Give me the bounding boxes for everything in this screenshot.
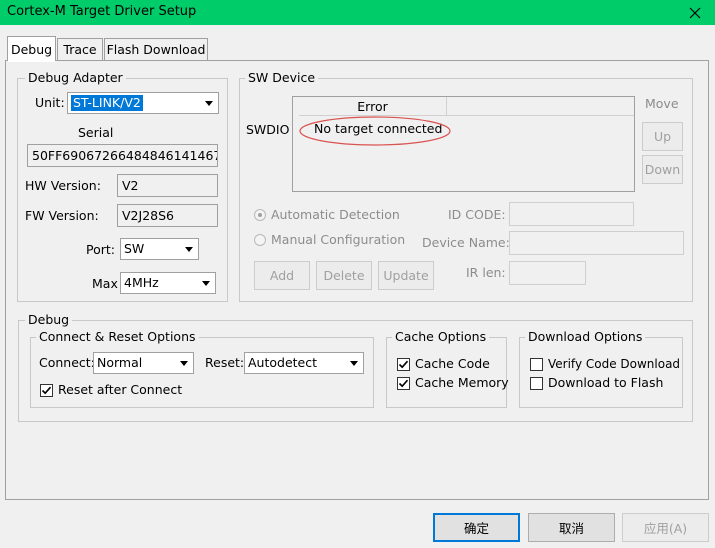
update-button-label: Update: [383, 268, 429, 283]
connect-label: Connect:: [39, 355, 95, 370]
cache-code-checkbox[interactable]: [397, 358, 410, 371]
cache-memory-label: Cache Memory: [415, 375, 509, 390]
ok-button[interactable]: 确定: [433, 513, 520, 542]
swdio-label: SWDIO: [246, 122, 290, 137]
chevron-down-icon: [176, 354, 192, 372]
ok-button-label: 确定: [463, 521, 489, 536]
fw-version-field: V2J28S6: [117, 204, 218, 227]
hw-version-field: V2: [117, 174, 218, 197]
ir-len-label: IR len:: [466, 265, 506, 280]
manual-configuration-label: Manual Configuration: [271, 232, 406, 247]
active-tab-joint: [8, 59, 55, 62]
ir-len-field[interactable]: [509, 261, 586, 285]
download-to-flash-label: Download to Flash: [548, 375, 664, 390]
automatic-detection-radio[interactable]: [254, 209, 266, 221]
download-to-flash-checkbox[interactable]: [530, 377, 543, 390]
connect-select[interactable]: Normal: [93, 352, 194, 374]
add-button-label: Add: [269, 268, 295, 283]
port-label: Port:: [86, 242, 115, 257]
port-select[interactable]: SW: [120, 238, 199, 260]
manual-configuration-radio[interactable]: [254, 234, 266, 246]
checkmark-icon: [398, 379, 409, 388]
reset-select[interactable]: Autodetect: [244, 352, 364, 374]
id-code-field[interactable]: [509, 202, 634, 226]
max-clock-select[interactable]: 4MHz: [120, 272, 216, 294]
move-down-button[interactable]: Down: [642, 155, 683, 184]
max-clock-label: Max: [92, 276, 118, 291]
move-up-button[interactable]: Up: [642, 122, 683, 151]
close-button[interactable]: [675, 0, 715, 25]
verify-code-download-label: Verify Code Download: [548, 357, 681, 371]
debug-adapter-legend: Debug Adapter: [25, 71, 126, 85]
move-up-button-label: Up: [653, 129, 672, 144]
tab-flash-download-label: Flash Download: [106, 42, 206, 57]
chevron-down-icon: [201, 94, 217, 112]
tab-trace-label: Trace: [63, 42, 97, 57]
move-label: Move: [645, 96, 679, 111]
delete-button-label: Delete: [323, 268, 365, 283]
error-column-header-label: Error: [357, 99, 388, 114]
id-code-label: ID CODE:: [448, 207, 506, 222]
max-clock-select-value: 4MHz: [124, 275, 159, 290]
reset-select-value: Autodetect: [248, 355, 318, 370]
tab-trace[interactable]: Trace: [57, 38, 103, 60]
cancel-button-label: 取消: [558, 521, 584, 536]
reset-after-connect-label: Reset after Connect: [58, 382, 183, 397]
verify-code-download-checkbox[interactable]: [530, 358, 543, 371]
hw-version-label: HW Version:: [25, 178, 101, 193]
serial-field: 50FF69067266484846141467: [27, 144, 218, 167]
cancel-button[interactable]: 取消: [528, 513, 615, 542]
device-name-label: Device Name:: [422, 235, 510, 250]
column-header-spacer: [447, 97, 634, 116]
sw-device-legend: SW Device: [245, 71, 319, 85]
move-down-button-label: Down: [644, 162, 681, 177]
reset-after-connect-checkbox[interactable]: [40, 384, 53, 397]
apply-button[interactable]: 应用(A): [622, 513, 709, 542]
fw-version-label: FW Version:: [25, 208, 99, 223]
chevron-down-icon: [181, 240, 197, 258]
reset-label: Reset:: [205, 355, 245, 370]
checkmark-icon: [398, 360, 409, 369]
apply-button-label: 应用(A): [643, 521, 688, 536]
automatic-detection-label: Automatic Detection: [271, 207, 400, 222]
cache-memory-checkbox[interactable]: [397, 377, 410, 390]
download-options-group: [519, 337, 683, 408]
update-button[interactable]: Update: [378, 261, 434, 290]
unit-select[interactable]: ST-LINK/V2: [67, 92, 219, 114]
annotation-circle: [299, 116, 451, 146]
serial-label: Serial: [78, 125, 114, 140]
connect-reset-legend: Connect & Reset Options: [36, 330, 199, 344]
chevron-down-icon: [346, 354, 362, 372]
device-name-field[interactable]: [509, 231, 684, 255]
download-options-legend: Download Options: [525, 330, 646, 344]
tab-debug[interactable]: Debug: [7, 36, 56, 61]
debug-legend: Debug: [25, 313, 73, 327]
port-select-value: SW: [124, 241, 145, 256]
radio-dot: [258, 213, 262, 217]
add-button[interactable]: Add: [254, 261, 310, 290]
checkmark-icon: [41, 386, 52, 395]
window-title: Cortex-M Target Driver Setup: [7, 4, 197, 19]
unit-select-value: ST-LINK/V2: [71, 95, 143, 111]
delete-button[interactable]: Delete: [316, 261, 372, 290]
connect-select-value: Normal: [97, 355, 143, 370]
chevron-down-icon: [198, 274, 214, 292]
close-icon: [689, 7, 701, 18]
tab-debug-label: Debug: [10, 41, 53, 57]
tab-flash-download[interactable]: Flash Download: [104, 38, 208, 60]
cache-code-label: Cache Code: [415, 356, 490, 371]
unit-label: Unit:: [35, 95, 65, 110]
cache-options-group: [386, 337, 507, 408]
cache-options-legend: Cache Options: [392, 330, 490, 344]
